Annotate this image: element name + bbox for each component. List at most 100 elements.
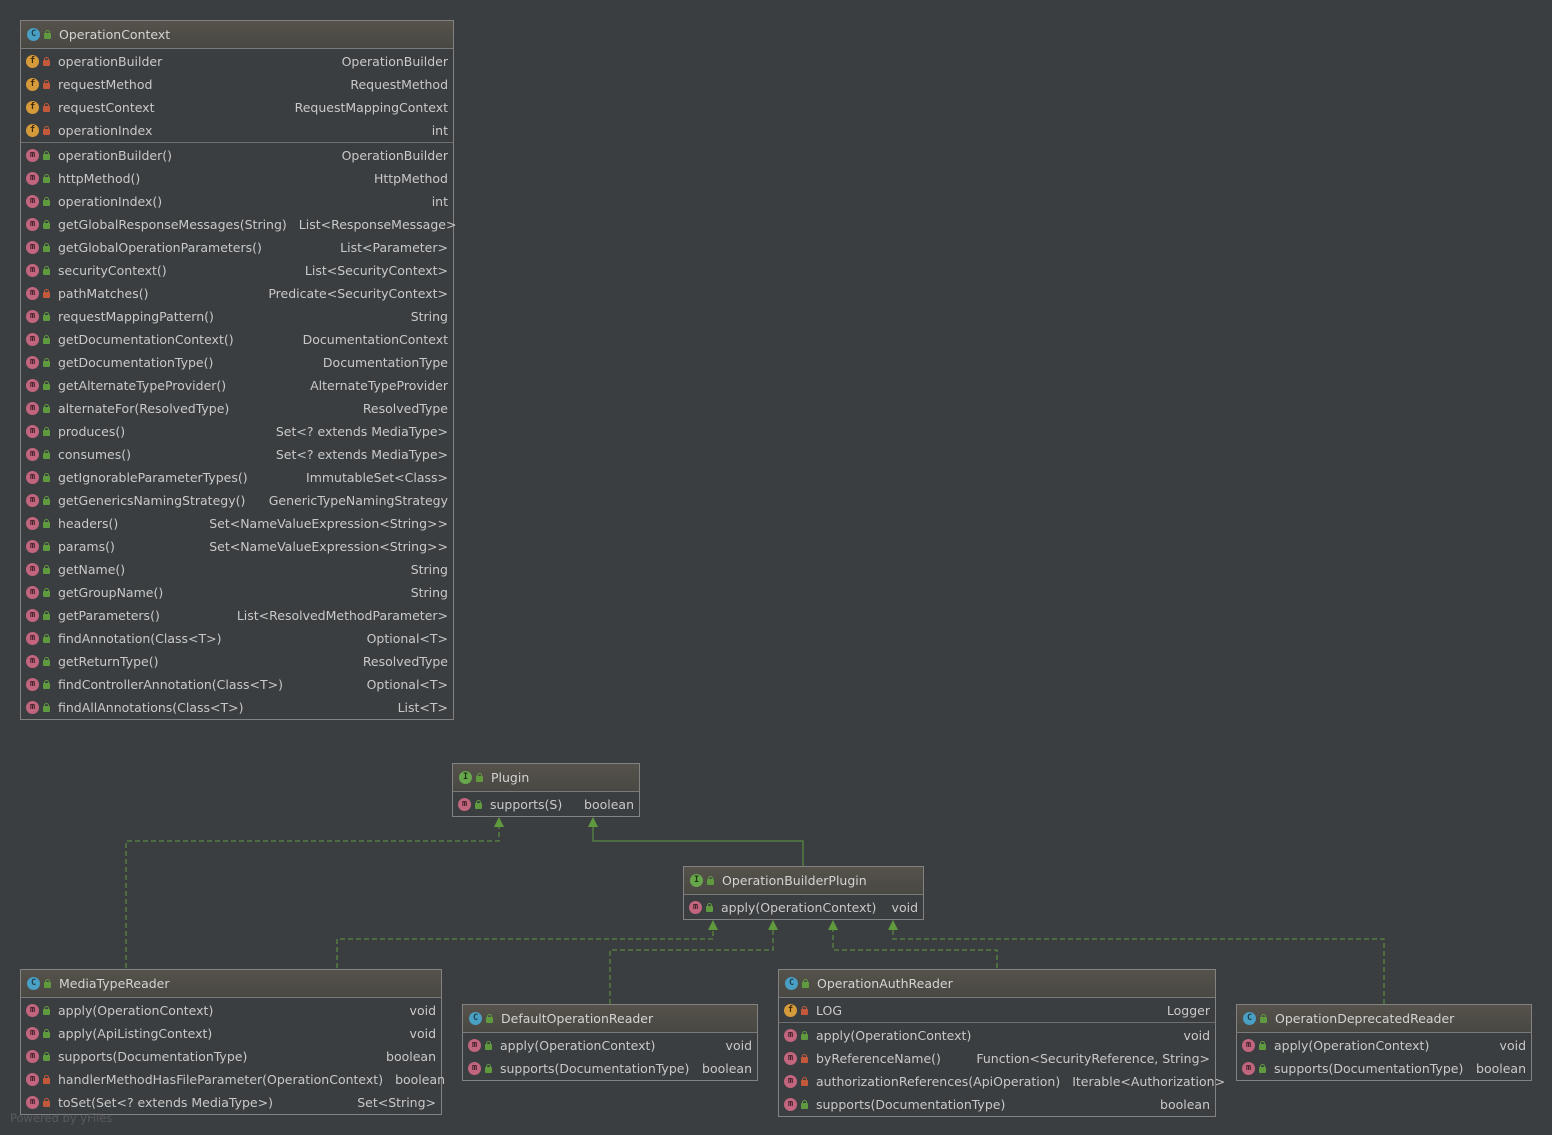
- method-row[interactable]: m findAnnotation(Class<T>) Optional<T>: [21, 627, 453, 650]
- methods-section: m apply(OperationContext) void m supports(Do…: [1237, 1033, 1531, 1080]
- class-icon: C: [1243, 1012, 1256, 1025]
- method-row[interactable]: m apply(OperationContext) void: [684, 896, 923, 919]
- method-row[interactable]: m getGroupName() String: [21, 581, 453, 604]
- method-row[interactable]: m getName() String: [21, 558, 453, 581]
- method-icon: m: [26, 379, 39, 392]
- method-row[interactable]: m consumes() Set<? extends MediaType>: [21, 443, 453, 466]
- method-row[interactable]: m apply(OperationContext) void: [21, 999, 441, 1022]
- method-name: httpMethod(): [58, 171, 141, 186]
- method-row[interactable]: m operationBuilder() OperationBuilder: [21, 144, 453, 167]
- method-row[interactable]: m handlerMethodHasFileParameter(Operation…: [21, 1068, 445, 1091]
- class-operation-auth-reader[interactable]: C OperationAuthReader f LOG Logger m apply(…: [778, 969, 1225, 1117]
- class-operation-context[interactable]: C OperationContext f operationBuilder Oper…: [20, 20, 456, 720]
- method-row[interactable]: m byReferenceName() Function<SecurityRefer…: [779, 1047, 1215, 1070]
- field-name: LOG: [816, 1003, 843, 1018]
- interface-plugin[interactable]: I Plugin m supports(S) boolean: [452, 763, 640, 817]
- method-icon: m: [784, 1052, 797, 1065]
- methods-section: m apply(OperationContext) void: [684, 895, 923, 919]
- method-row[interactable]: m requestMappingPattern() String: [21, 305, 453, 328]
- return-type: ImmutableSet<Class>: [306, 470, 448, 485]
- public-icon: [43, 381, 50, 390]
- public-icon: [43, 611, 50, 620]
- method-row[interactable]: m supports(DocumentationType) boolean: [1237, 1057, 1531, 1080]
- method-row[interactable]: m getGlobalResponseMessages(String) List<R…: [21, 213, 456, 236]
- arrowhead: [768, 920, 778, 930]
- method-row[interactable]: m apply(ApiListingContext) void: [21, 1022, 441, 1045]
- public-icon: [485, 1041, 492, 1050]
- interface-operation-builder-plugin[interactable]: I OperationBuilderPlugin m apply(Operatio…: [683, 866, 924, 920]
- method-row[interactable]: m produces() Set<? extends MediaType>: [21, 420, 453, 443]
- public-icon: [1259, 1041, 1266, 1050]
- method-icon: m: [26, 517, 39, 530]
- class-header[interactable]: C OperationAuthReader: [779, 970, 1215, 998]
- field-icon: f: [26, 78, 39, 91]
- return-type: boolean: [1160, 1097, 1210, 1112]
- class-media-type-reader[interactable]: C MediaTypeReader m apply(OperationContex…: [20, 969, 445, 1115]
- field-row[interactable]: f requestContext RequestMappingContext: [21, 96, 453, 119]
- method-icon: m: [1242, 1062, 1255, 1075]
- edge-operationbuilderplugin-plugin: [592, 826, 804, 866]
- method-row[interactable]: m alternateFor(ResolvedType) ResolvedType: [21, 397, 453, 420]
- method-icon: m: [26, 218, 39, 231]
- method-row[interactable]: m getReturnType() ResolvedType: [21, 650, 453, 673]
- arrowhead: [588, 817, 598, 827]
- field-row[interactable]: f operationBuilder OperationBuilder: [21, 50, 453, 73]
- method-row[interactable]: m pathMatches() Predicate<SecurityContext>: [21, 282, 453, 305]
- method-icon: m: [26, 632, 39, 645]
- private-icon: [43, 1098, 50, 1107]
- method-row[interactable]: m supports(S) boolean: [453, 793, 639, 816]
- method-row[interactable]: m securityContext() List<SecurityContext>: [21, 259, 453, 282]
- method-icon: m: [784, 1098, 797, 1111]
- method-icon: m: [468, 1062, 481, 1075]
- arrowhead: [828, 920, 838, 930]
- field-row[interactable]: f LOG Logger: [779, 999, 1215, 1022]
- return-type: ResolvedType: [362, 401, 448, 416]
- method-row[interactable]: m findAllAnnotations(Class<T>) List<T>: [21, 696, 453, 719]
- field-row[interactable]: f requestMethod RequestMethod: [21, 73, 453, 96]
- class-header[interactable]: C DefaultOperationReader: [463, 1005, 757, 1033]
- class-header[interactable]: C OperationContext: [21, 21, 453, 49]
- method-row[interactable]: m apply(OperationContext) void: [463, 1034, 757, 1057]
- method-row[interactable]: m headers() Set<NameValueExpression<String…: [21, 512, 453, 535]
- method-row[interactable]: m getParameters() List<ResolvedMethodParam…: [21, 604, 453, 627]
- arrowhead: [494, 817, 504, 827]
- public-icon: [43, 220, 50, 229]
- public-icon: [707, 876, 714, 885]
- method-row[interactable]: m getGenericsNamingStrategy() GenericTypeN…: [21, 489, 453, 512]
- method-row[interactable]: m getDocumentationContext() DocumentationC…: [21, 328, 453, 351]
- method-row[interactable]: m supports(DocumentationType) boolean: [21, 1045, 441, 1068]
- method-row[interactable]: m supports(DocumentationType) boolean: [463, 1057, 757, 1080]
- method-row[interactable]: m supports(DocumentationType) boolean: [779, 1093, 1215, 1116]
- method-row[interactable]: m apply(OperationContext) void: [779, 1024, 1215, 1047]
- method-row[interactable]: m operationIndex() int: [21, 190, 453, 213]
- field-icon: f: [26, 55, 39, 68]
- public-icon: [43, 519, 50, 528]
- class-header[interactable]: C OperationDeprecatedReader: [1237, 1005, 1531, 1033]
- method-row[interactable]: m authorizationReferences(ApiOperation) It…: [779, 1070, 1225, 1093]
- method-row[interactable]: m getAlternateTypeProvider() AlternateType…: [21, 374, 453, 397]
- public-icon: [43, 450, 50, 459]
- method-row[interactable]: m getGlobalOperationParameters() List<Para…: [21, 236, 453, 259]
- class-operation-deprecated-reader[interactable]: C OperationDeprecatedReader m apply(Opera…: [1236, 1004, 1532, 1081]
- method-name: toSet(Set<? extends MediaType>): [58, 1095, 273, 1110]
- return-type: boolean: [1476, 1061, 1526, 1076]
- method-row[interactable]: m findControllerAnnotation(Class<T>) Optio…: [21, 673, 453, 696]
- method-name: supports(DocumentationType): [1274, 1061, 1464, 1076]
- return-type: DocumentationType: [322, 355, 448, 370]
- public-icon: [43, 1006, 50, 1015]
- method-row[interactable]: m getIgnorableParameterTypes() ImmutableSe…: [21, 466, 453, 489]
- interface-header[interactable]: I OperationBuilderPlugin: [684, 867, 923, 895]
- field-row[interactable]: f operationIndex int: [21, 119, 453, 142]
- public-icon: [485, 1064, 492, 1073]
- method-icon: m: [26, 241, 39, 254]
- class-header[interactable]: C MediaTypeReader: [21, 970, 441, 998]
- return-type: List<ResolvedMethodParameter>: [236, 608, 448, 623]
- method-row[interactable]: m httpMethod() HttpMethod: [21, 167, 453, 190]
- arrowhead: [888, 920, 898, 930]
- class-default-operation-reader[interactable]: C DefaultOperationReader m apply(Operatio…: [462, 1004, 758, 1081]
- method-name: byReferenceName(): [816, 1051, 941, 1066]
- method-row[interactable]: m params() Set<NameValueExpression<String>…: [21, 535, 453, 558]
- interface-header[interactable]: I Plugin: [453, 764, 639, 792]
- method-row[interactable]: m getDocumentationType() DocumentationType: [21, 351, 453, 374]
- method-row[interactable]: m apply(OperationContext) void: [1237, 1034, 1531, 1057]
